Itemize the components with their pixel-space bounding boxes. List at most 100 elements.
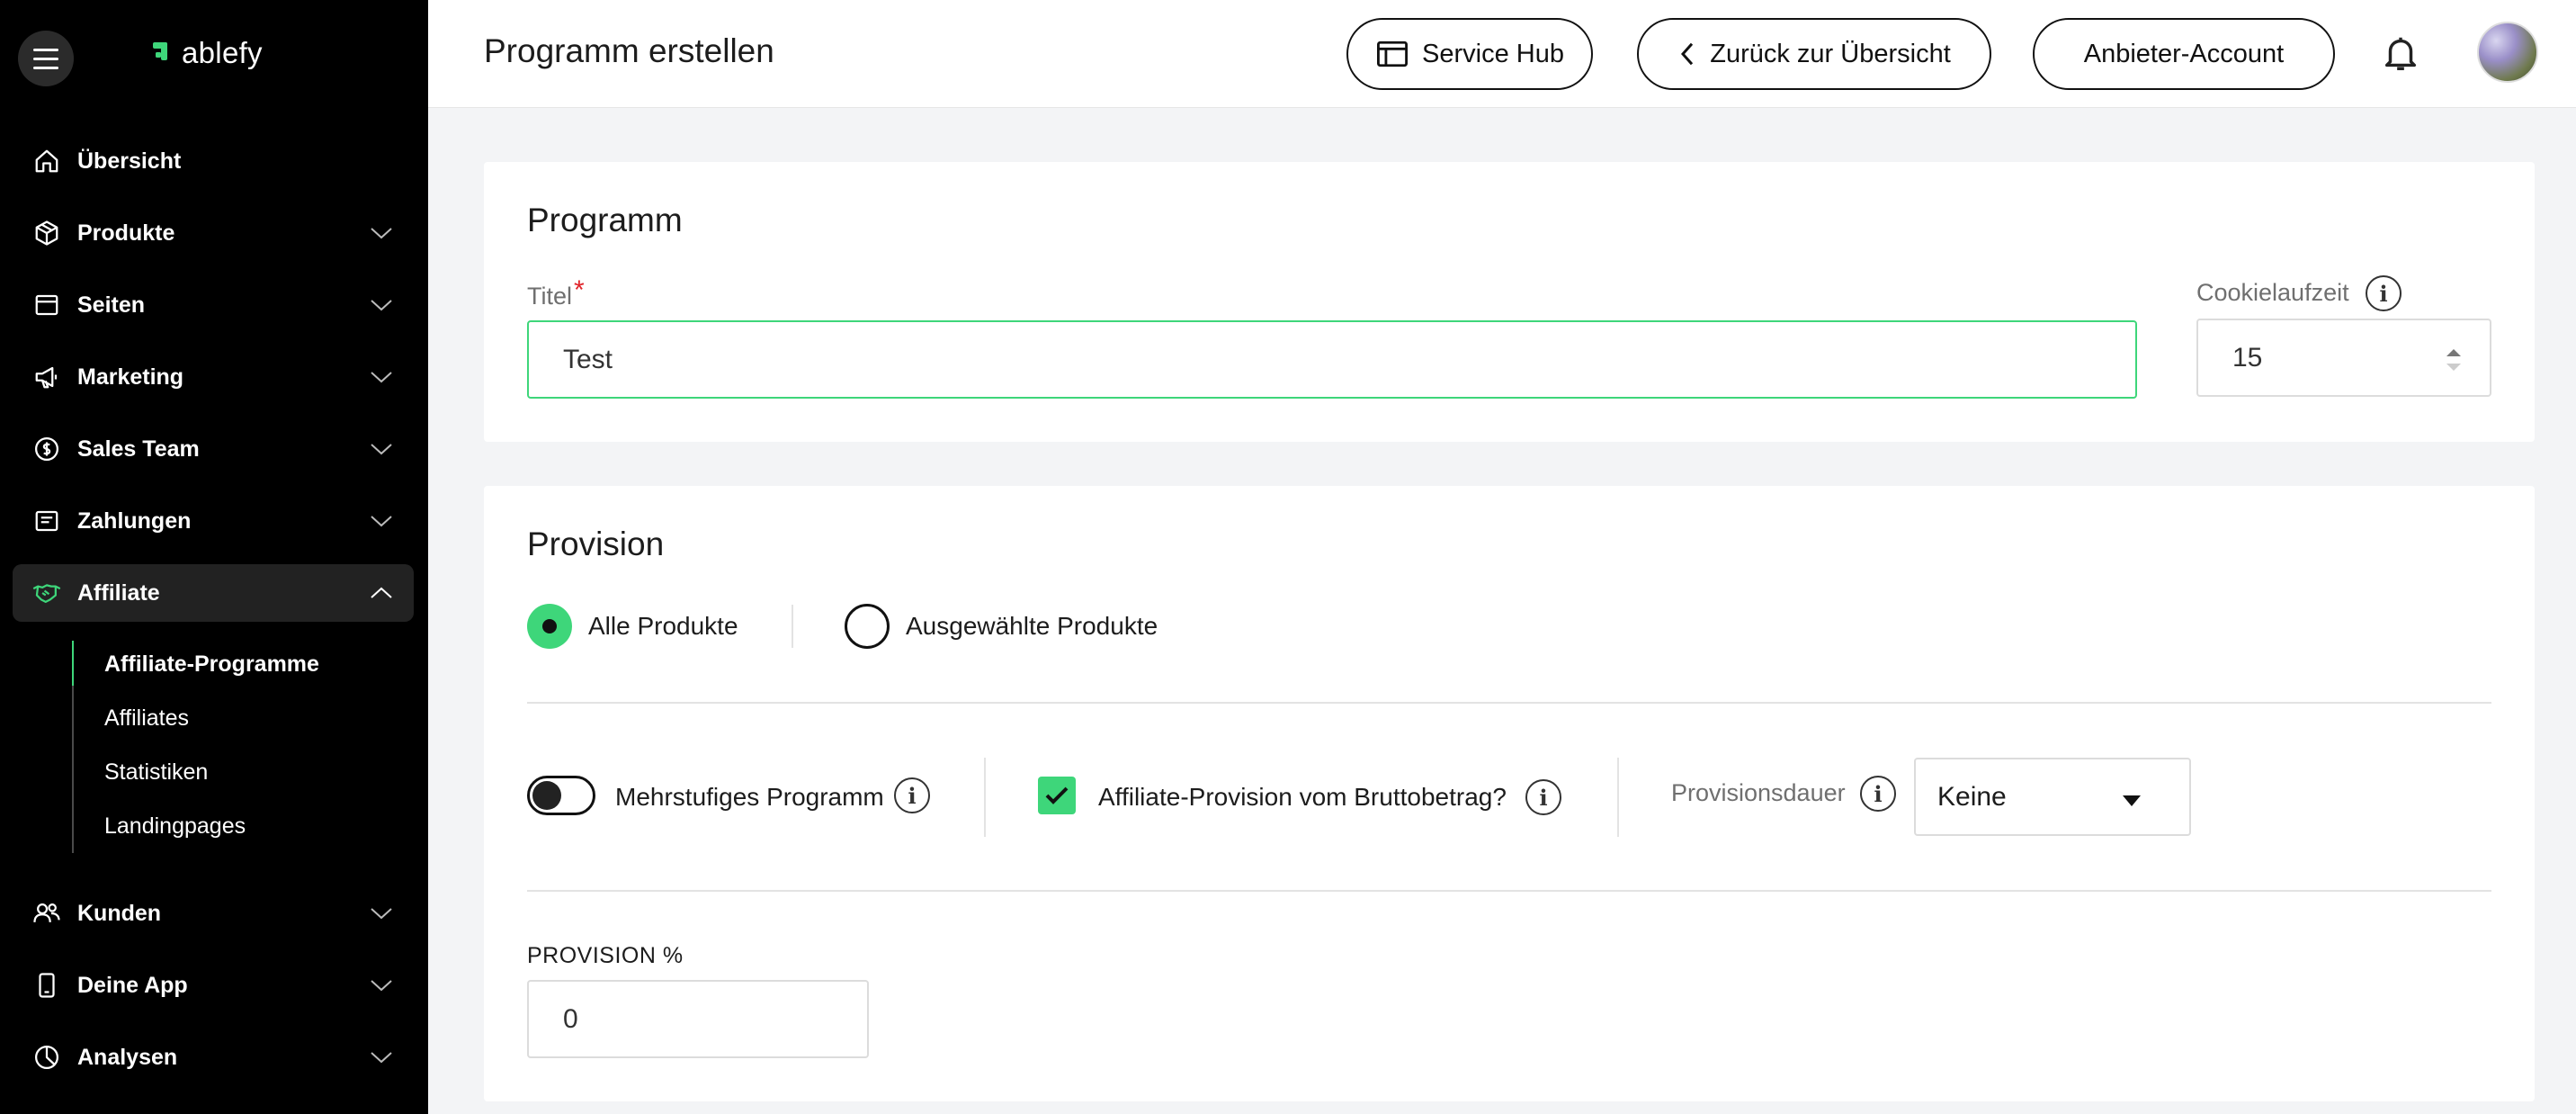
sidebar-item-label: Deine App — [77, 972, 188, 998]
chevron-up-icon — [371, 587, 392, 598]
sidebar-item-label: Zahlungen — [77, 508, 192, 534]
hamburger-line — [33, 57, 58, 60]
submenu-active-marker — [72, 641, 74, 686]
sidebar-item-label: Kunden — [77, 900, 162, 926]
provision-percent-label: PROVISION % — [527, 943, 684, 968]
page-title: Programm erstellen — [484, 32, 774, 69]
sidebar-item-label: Analysen — [77, 1044, 178, 1070]
checkmark-icon — [1045, 786, 1069, 804]
sidebar-item-sales-team[interactable]: Sales Team — [13, 420, 414, 478]
pie-icon — [32, 1043, 61, 1072]
sidebar-item-produkte[interactable]: Produkte — [13, 204, 414, 262]
sidebar-subitem-statistiken[interactable]: Statistiken — [104, 759, 208, 786]
sidebar-item-affiliate[interactable]: Affiliate — [13, 564, 414, 622]
sidebar-item-kunden[interactable]: Kunden — [13, 885, 414, 942]
hamburger-line — [33, 66, 58, 69]
titel-input-value: Test — [563, 344, 613, 374]
cookie-duration-label: Cookielaufzeit — [2196, 279, 2349, 306]
number-spinner-icon[interactable] — [2445, 344, 2463, 376]
info-icon[interactable]: i — [2366, 275, 2402, 311]
section-divider — [527, 890, 2491, 892]
notification-bell-icon[interactable] — [2380, 32, 2421, 74]
chevron-down-icon — [371, 908, 392, 920]
info-icon[interactable]: i — [894, 777, 930, 813]
radio-divider — [792, 605, 793, 648]
back-to-overview-button[interactable]: Zurück zur Übersicht — [1637, 18, 1991, 90]
window-icon — [1377, 40, 1409, 67]
info-icon[interactable]: i — [1525, 779, 1561, 815]
handshake-icon — [32, 579, 61, 607]
sidebar-item-zahlungen[interactable]: Zahlungen — [13, 492, 414, 550]
sidebar-item-label: Produkte — [77, 220, 175, 246]
hamburger-menu-button[interactable] — [18, 31, 74, 86]
sidebar-item-seiten[interactable]: Seiten — [13, 276, 414, 334]
chevron-down-icon — [371, 516, 392, 527]
chevron-left-icon — [1681, 42, 1694, 66]
hamburger-line — [33, 48, 58, 51]
sidebar-item-label: Marketing — [77, 364, 184, 390]
cube-icon — [32, 219, 61, 247]
cookie-duration-input[interactable]: 15 — [2196, 319, 2491, 397]
sidebar-item-deine-app[interactable]: Deine App — [13, 957, 414, 1014]
page-icon — [32, 291, 61, 319]
brand-name: ablefy — [182, 36, 263, 69]
brand-logo[interactable]: ablefy — [153, 36, 263, 70]
programm-section-title: Programm — [527, 202, 683, 238]
caret-down-icon — [2123, 795, 2141, 806]
radio-ausgewaehlte-produkte-label[interactable]: Ausgewählte Produkte — [906, 612, 1158, 641]
section-divider — [527, 702, 2491, 704]
provision-percent-input[interactable]: 0 — [527, 980, 869, 1058]
chevron-down-icon — [371, 444, 392, 455]
chevron-down-icon — [371, 372, 392, 383]
coin-icon — [32, 435, 61, 463]
sidebar-subitem-affiliate-programme[interactable]: Affiliate-Programme — [104, 651, 319, 678]
chevron-down-icon — [371, 980, 392, 992]
titel-label: Titel* — [527, 275, 585, 311]
sidebar-item-label: Sales Team — [77, 436, 200, 462]
sidebar-item-marketing[interactable]: Marketing — [13, 348, 414, 406]
chevron-down-icon — [371, 300, 392, 311]
options-divider — [1617, 758, 1619, 837]
sidebar-item-label: Seiten — [77, 292, 146, 318]
provision-duration-value: Keine — [1937, 781, 2007, 812]
phone-icon — [32, 971, 61, 1000]
programm-card: Programm Titel* Test Cookielaufzeit i 15 — [484, 162, 2535, 442]
sidebar: ablefy Übersicht Produkte Seiten Marketi… — [0, 0, 428, 1114]
radio-alle-produkte-label[interactable]: Alle Produkte — [588, 612, 738, 641]
cookie-duration-value: 15 — [2232, 342, 2263, 373]
gross-commission-checkbox[interactable] — [1038, 777, 1076, 814]
provision-percent-value: 0 — [563, 1003, 578, 1034]
sidebar-subitem-affiliates[interactable]: Affiliates — [104, 705, 189, 732]
chevron-down-icon — [371, 228, 392, 239]
provision-card: Provision Alle Produkte Ausgewählte Prod… — [484, 486, 2535, 1101]
provider-account-label: Anbieter-Account — [2083, 39, 2285, 68]
provision-duration-label: Provisionsdauer — [1671, 779, 1846, 806]
receipt-icon — [32, 507, 61, 535]
top-header: Programm erstellen Service Hub Zurück zu… — [428, 0, 2576, 108]
megaphone-icon — [32, 363, 61, 391]
titel-label-text: Titel — [527, 283, 573, 310]
provider-account-button[interactable]: Anbieter-Account — [2033, 18, 2335, 90]
sidebar-item-label: Übersicht — [77, 148, 182, 174]
info-icon[interactable]: i — [1860, 776, 1896, 812]
radio-alle-produkte[interactable] — [527, 604, 572, 649]
service-hub-button[interactable]: Service Hub — [1346, 18, 1593, 90]
back-to-overview-label: Zurück zur Übersicht — [1710, 39, 1951, 68]
radio-ausgewaehlte-produkte[interactable] — [845, 604, 890, 649]
sidebar-item-uebersicht[interactable]: Übersicht — [13, 132, 414, 190]
provision-section-title: Provision — [527, 526, 665, 562]
multi-level-label: Mehrstufiges Programm — [615, 783, 884, 811]
home-icon — [32, 147, 61, 175]
user-avatar[interactable] — [2477, 22, 2538, 83]
sidebar-subitem-landingpages[interactable]: Landingpages — [104, 813, 246, 840]
service-hub-label: Service Hub — [1422, 39, 1564, 68]
sidebar-item-label: Affiliate — [77, 579, 160, 606]
titel-input[interactable]: Test — [527, 320, 2137, 399]
users-icon — [32, 899, 61, 928]
sidebar-item-analysen[interactable]: Analysen — [13, 1029, 414, 1086]
multi-level-toggle[interactable] — [527, 776, 595, 815]
chevron-down-icon — [371, 1052, 392, 1064]
required-asterisk: * — [574, 275, 585, 305]
gross-commission-label: Affiliate-Provision vom Bruttobetrag? — [1098, 783, 1507, 811]
provision-duration-select[interactable]: Keine — [1914, 758, 2191, 836]
